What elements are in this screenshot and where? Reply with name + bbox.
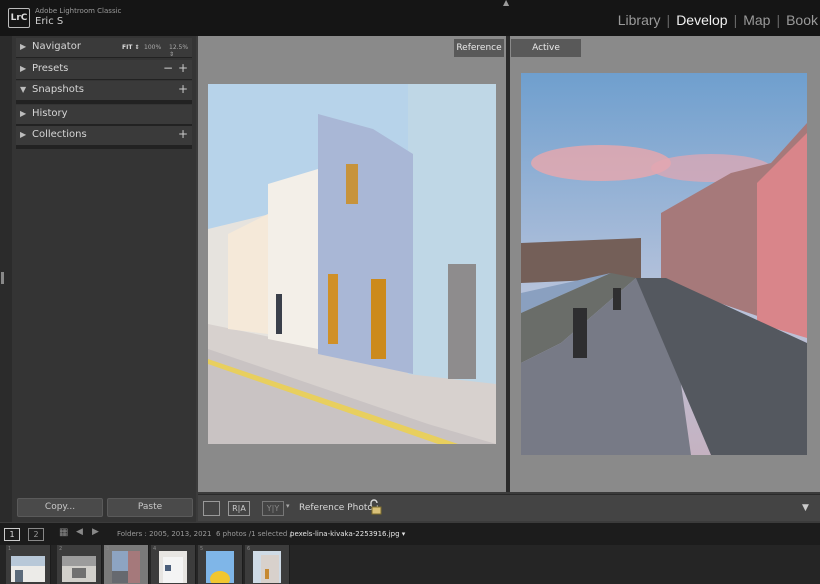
filmstrip-thumb[interactable]: 2 xyxy=(57,545,102,584)
zoom-fit-option[interactable]: FIT ⇕ xyxy=(122,44,140,51)
filmstrip-thumb[interactable]: 6 xyxy=(245,545,290,584)
presets-label: Presets xyxy=(32,63,69,74)
thumb-number: 1 xyxy=(8,546,12,552)
filmstrip-thumb-selected[interactable]: 3 xyxy=(104,545,149,584)
filmstrip-thumb[interactable]: 4 xyxy=(151,545,196,584)
view-options-chevron-icon[interactable]: ▾ xyxy=(286,502,290,510)
expand-triangle-icon: ▶ xyxy=(20,64,27,73)
active-tag: Active xyxy=(511,39,581,57)
snapshots-label: Snapshots xyxy=(32,84,84,95)
reference-pane[interactable]: Reference xyxy=(198,36,506,492)
thumb-image xyxy=(11,556,45,582)
panel-toggle-notch[interactable] xyxy=(1,272,4,284)
back-arrow-icon[interactable]: ◀ xyxy=(76,527,83,537)
thumb-image xyxy=(62,556,96,582)
thumb-number: 5 xyxy=(200,546,204,552)
collapse-triangle-icon: ▼ xyxy=(20,85,27,94)
title-bar: LrC Adobe Lightroom Classic Eric S ▲ Lib… xyxy=(0,0,820,36)
add-collection-icon[interactable]: + xyxy=(178,127,188,141)
module-map[interactable]: Map xyxy=(741,12,772,28)
window-2-button[interactable]: 2 xyxy=(28,528,44,541)
expand-triangle-icon: ▶ xyxy=(20,42,27,51)
reference-tag: Reference xyxy=(454,39,504,57)
expand-triangle-icon: ▶ xyxy=(20,109,27,118)
module-library[interactable]: Library xyxy=(616,12,663,28)
filmstrip: 1 2 3 4 5 6 xyxy=(0,545,820,584)
before-after-view-button[interactable]: Y|Y xyxy=(262,501,284,516)
module-separator: | xyxy=(776,12,781,28)
left-panel: ▶ Navigator FIT ⇕ 100% 12.5% ⇕ ▶ Presets… xyxy=(12,36,196,522)
navigator-label: Navigator xyxy=(32,41,81,52)
lock-icon[interactable] xyxy=(368,499,382,515)
toolbar-menu-chevron-icon[interactable]: ▼ xyxy=(802,503,809,513)
thumb-image xyxy=(253,551,281,583)
user-name[interactable]: Eric S xyxy=(35,16,63,27)
thumb-number: 6 xyxy=(247,546,251,552)
lrc-logo: LrC xyxy=(8,8,30,28)
reference-photo-label: Reference Photo : xyxy=(299,503,379,513)
source-path[interactable]: Folders : 2005, 2013, 2021 xyxy=(117,530,211,538)
collections-label: Collections xyxy=(32,129,87,140)
thumb-image xyxy=(112,551,140,583)
expand-triangle-icon: ▶ xyxy=(20,130,27,139)
filmstrip-header: 1 2 ▦ ◀ ▶ Folders : 2005, 2013, 2021 6 p… xyxy=(0,523,820,545)
forward-arrow-icon[interactable]: ▶ xyxy=(92,527,99,537)
module-picker: Library | Develop | Map | Book xyxy=(616,12,820,28)
paste-settings-button[interactable]: Paste xyxy=(107,498,193,517)
loupe-view-icon[interactable] xyxy=(203,501,220,516)
zoom-100-option[interactable]: 100% xyxy=(144,44,161,51)
module-develop[interactable]: Develop xyxy=(674,12,729,28)
presets-panel-header[interactable]: ▶ Presets − + xyxy=(16,60,192,80)
ref-active-view-button[interactable]: R|A xyxy=(228,501,250,516)
thumb-number: 4 xyxy=(153,546,157,552)
collections-panel-body xyxy=(16,146,192,149)
copy-settings-button[interactable]: Copy... xyxy=(17,498,103,517)
module-separator: | xyxy=(666,12,671,28)
add-snapshot-icon[interactable]: + xyxy=(178,82,188,96)
snapshots-panel-body xyxy=(16,101,192,104)
module-book[interactable]: Book xyxy=(784,12,820,28)
left-panel-toggle-strip[interactable] xyxy=(0,36,12,522)
thumb-number: 2 xyxy=(59,546,63,552)
filmstrip-thumb[interactable]: 5 xyxy=(198,545,243,584)
add-preset-icon[interactable]: + xyxy=(178,61,188,75)
filmstrip-thumb[interactable]: 1 xyxy=(6,545,51,584)
photo-count: 6 photos /1 selected / xyxy=(216,530,292,538)
grid-view-icon[interactable]: ▦ xyxy=(59,527,68,538)
zoom-custom-option[interactable]: 12.5% ⇕ xyxy=(169,44,192,58)
history-label: History xyxy=(32,108,68,119)
collections-panel-header[interactable]: ▶ Collections + xyxy=(16,126,192,146)
app-name: Adobe Lightroom Classic xyxy=(35,7,122,15)
navigator-panel-header[interactable]: ▶ Navigator FIT ⇕ 100% 12.5% ⇕ xyxy=(16,38,192,58)
remove-preset-icon[interactable]: − xyxy=(163,61,173,75)
selected-filename[interactable]: pexels-lina-kivaka-2253916.jpg ▾ xyxy=(290,530,405,538)
thumb-image xyxy=(206,551,234,583)
thumb-image xyxy=(159,551,187,583)
window-1-button[interactable]: 1 xyxy=(4,528,20,541)
reference-photo[interactable] xyxy=(208,84,496,444)
thumb-number: 3 xyxy=(106,546,110,552)
active-photo[interactable] xyxy=(521,73,807,455)
compare-toolbar: R|A Y|Y ▾ Reference Photo : ▼ xyxy=(198,494,820,521)
collapse-top-panel-icon[interactable]: ▲ xyxy=(503,0,509,7)
snapshots-panel-header[interactable]: ▼ Snapshots + xyxy=(16,81,192,101)
active-pane[interactable]: Active xyxy=(510,36,820,492)
history-panel-header[interactable]: ▶ History xyxy=(16,105,192,125)
module-separator: | xyxy=(733,12,738,28)
